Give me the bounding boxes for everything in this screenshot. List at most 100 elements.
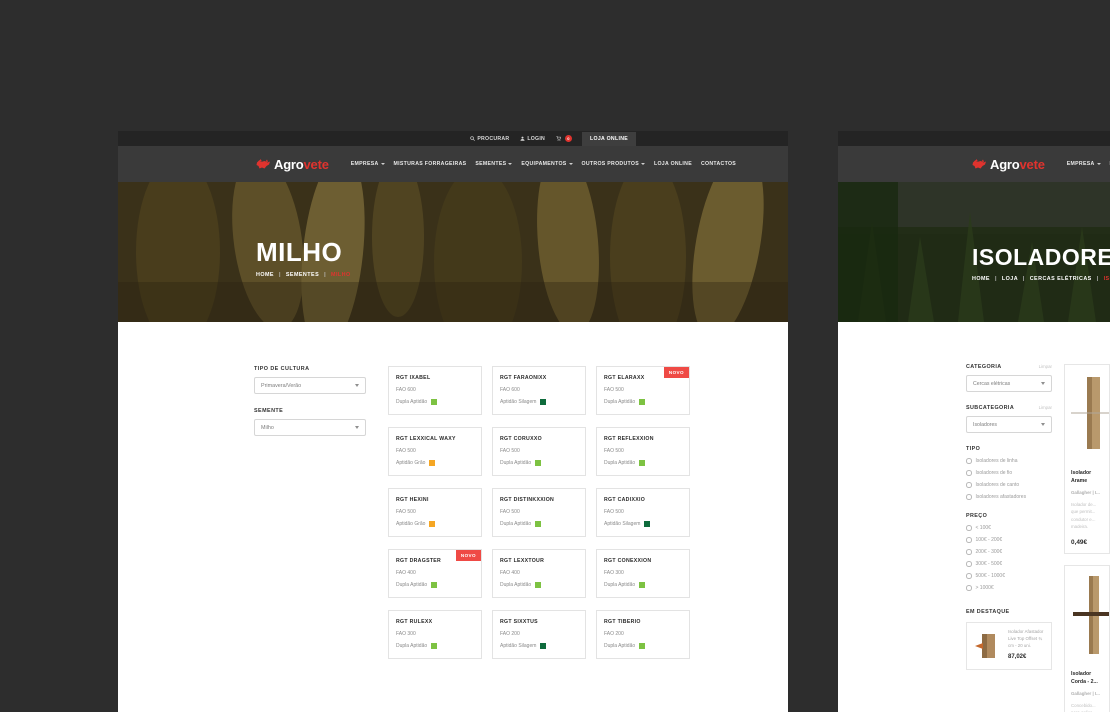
loja-online-cta[interactable]: LOJA ONLINE (582, 131, 636, 146)
clear-filter-link[interactable]: Limpar (1039, 405, 1052, 410)
subcategoria-select[interactable]: Isoladores (966, 416, 1052, 433)
product-card[interactable]: RGT CADIXXIO FAO 500 Aptidão Silagem (596, 488, 690, 537)
nav-item-outros-produtos[interactable]: OUTROS PRODUTOS (582, 161, 645, 167)
hero-overlay (118, 182, 788, 322)
radio-icon[interactable] (966, 482, 972, 488)
categoria-select[interactable]: Cercas elétricas (966, 375, 1052, 392)
aptitude-label: Dupla Aptidão (500, 582, 532, 588)
filter-label: TIPO (966, 446, 981, 452)
featured-product-card[interactable]: Isolador Afastador Live Top Offset ¾ cm … (966, 622, 1052, 670)
product-card[interactable]: RGT IXABEL FAO 600 Dupla Aptidão (388, 366, 482, 415)
breadcrumb-current: MILHO (331, 272, 351, 278)
product-aptitude: Aptidão Silagem (604, 521, 682, 527)
product-aptitude: Dupla Aptidão (604, 643, 682, 649)
product-fao: FAO 500 (604, 448, 624, 454)
aptitude-label: Dupla Aptidão (500, 460, 532, 466)
featured-product-info: Isolador Afastador Live Top Offset ¾ cm … (1008, 629, 1045, 660)
radio-icon[interactable] (966, 525, 972, 531)
breadcrumb-separator: | (324, 272, 327, 278)
aptitude-label: Dupla Aptidão (500, 521, 532, 527)
preco-option[interactable]: 100€ - 200€ (966, 537, 1052, 543)
preco-option[interactable]: 200€ - 300€ (966, 549, 1052, 555)
product-card[interactable]: RGT RULEXX FAO 300 Dupla Aptidão (388, 610, 482, 659)
radio-icon[interactable] (966, 585, 972, 591)
product-card[interactable]: RGT TIBERIO FAO 200 Dupla Aptidão (596, 610, 690, 659)
option-label: Isoladores de canto (975, 482, 1020, 488)
cart-button[interactable]: 0 (556, 135, 573, 142)
filter-tipo: TIPO Isoladores de linha Isoladores de fi… (966, 446, 1052, 500)
product-card[interactable]: RGT LEXXTOUR FAO 400 Dupla Aptidão (492, 549, 586, 598)
option-label: 500€ - 1000€ (975, 573, 1005, 579)
product-card[interactable]: RGT CONEXXION FAO 300 Dupla Aptidão (596, 549, 690, 598)
nav-item-contactos[interactable]: CONTACTOS (701, 161, 736, 167)
preco-option[interactable]: > 1000€ (966, 585, 1052, 591)
product-name: Isolador Arame (1071, 470, 1092, 484)
breadcrumb-item-loja[interactable]: LOJA (1002, 276, 1018, 282)
product-aptitude: Aptidão Grão (396, 460, 474, 466)
nav-item-empresa[interactable]: EMPRESA (351, 161, 385, 167)
product-name: RGT TIBERIO (604, 619, 641, 625)
nav-label: EMPRESA (1066, 161, 1095, 167)
product-card[interactable]: RGT LEXXICAL WAXY FAO 500 Aptidão Grão (388, 427, 482, 476)
breadcrumb-item-home[interactable]: HOME (972, 276, 990, 282)
radio-icon[interactable] (966, 549, 972, 555)
product-fao: FAO 500 (604, 387, 624, 393)
semente-select[interactable]: Milho (254, 419, 366, 436)
breadcrumb-item-home[interactable]: HOME (256, 272, 274, 278)
milho-content: TIPO DE CULTURA Primavera/Verão SEMENTE … (118, 322, 788, 659)
featured-product-image (973, 629, 1003, 663)
preco-option[interactable]: 500€ - 1000€ (966, 573, 1052, 579)
radio-icon[interactable] (966, 458, 972, 464)
product-card[interactable]: Isolador Arame Gallagher | I... Isolador… (1064, 364, 1110, 554)
search-button[interactable]: PROCURAR (470, 136, 509, 142)
product-card[interactable]: RGT DISTINKXXION FAO 500 Dupla Aptidão (492, 488, 586, 537)
product-card[interactable]: Isolador Corda - 2... Gallagher | I... C… (1064, 565, 1110, 712)
preco-option[interactable]: < 100€ (966, 525, 1052, 531)
product-aptitude: Dupla Aptidão (500, 582, 578, 588)
login-button[interactable]: LOGIN (520, 136, 545, 142)
nav-item-loja-online[interactable]: LOJA ONLINE (654, 161, 692, 167)
radio-icon[interactable] (966, 561, 972, 567)
main-nav: EMPRESA MISTURAS FORRAGEIRAS (1067, 161, 1110, 167)
breadcrumb-separator: | (278, 272, 281, 278)
tipo-option[interactable]: Isoladores de fio (966, 470, 1052, 476)
radio-icon[interactable] (966, 537, 972, 543)
hero-content: MILHO HOME | SEMENTES | MILHO (256, 239, 351, 278)
tipo-option[interactable]: Isoladores de linha (966, 458, 1052, 464)
page-isoladores: Agrovete EMPRESA MISTURAS FORRAGEIRAS (838, 131, 1110, 712)
tipo-option[interactable]: Isoladores de canto (966, 482, 1052, 488)
nav-item-sementes[interactable]: SEMENTES (475, 161, 513, 167)
breadcrumb: HOME | LOJA | CERCAS ELÉTRICAS | ISOLADO… (972, 276, 1110, 282)
tipo-de-cultura-select[interactable]: Primavera/Verão (254, 377, 366, 394)
product-fao: FAO 200 (500, 631, 520, 637)
radio-icon[interactable] (966, 470, 972, 476)
site-logo[interactable]: Agrovete (256, 157, 329, 172)
nav-item-misturas-forrageiras[interactable]: MISTURAS FORRAGEIRAS (394, 161, 467, 167)
clear-filter-link[interactable]: Limpar (1039, 364, 1052, 369)
breadcrumb-item-sementes[interactable]: SEMENTES (286, 272, 319, 278)
product-card[interactable]: RGT CORUXXO FAO 500 Dupla Aptidão (492, 427, 586, 476)
nav-label: EQUIPAMENTOS (521, 161, 567, 167)
preco-option[interactable]: 300€ - 500€ (966, 561, 1052, 567)
product-card[interactable]: RGT SIXXTUS FAO 200 Aptidão Silagem (492, 610, 586, 659)
product-name: RGT CADIXXIO (604, 497, 646, 503)
chevron-down-icon (355, 426, 359, 429)
site-logo[interactable]: Agrovete (972, 157, 1045, 172)
product-card[interactable]: NOVO RGT DRAGSTER FAO 400 Dupla Aptidão (388, 549, 482, 598)
product-brand: Gallagher | I... (1071, 489, 1100, 495)
product-card[interactable]: RGT FARAONIXX FAO 600 Aptidão Silagem (492, 366, 586, 415)
product-fao: FAO 300 (396, 631, 416, 637)
product-fao: FAO 400 (396, 570, 416, 576)
radio-icon[interactable] (966, 494, 972, 500)
option-label: > 1000€ (975, 585, 994, 591)
product-name: RGT LEXXICAL WAXY (396, 436, 456, 442)
tipo-option[interactable]: Isoladores afastadores (966, 494, 1052, 500)
product-card[interactable]: NOVO RGT ELARAXX FAO 500 Dupla Aptidão (596, 366, 690, 415)
nav-item-equipamentos[interactable]: EQUIPAMENTOS (521, 161, 573, 167)
product-card[interactable]: RGT HEXINI FAO 500 Aptidão Grão (388, 488, 482, 537)
product-card[interactable]: RGT REFLEXXION FAO 500 Dupla Aptidão (596, 427, 690, 476)
radio-icon[interactable] (966, 573, 972, 579)
nav-item-empresa[interactable]: EMPRESA (1067, 161, 1101, 167)
isoladores-content: CATEGORIA Limpar Cercas elétricas SUBCAT… (838, 322, 1110, 712)
breadcrumb-item-cercas-eletricas[interactable]: CERCAS ELÉTRICAS (1030, 276, 1092, 282)
